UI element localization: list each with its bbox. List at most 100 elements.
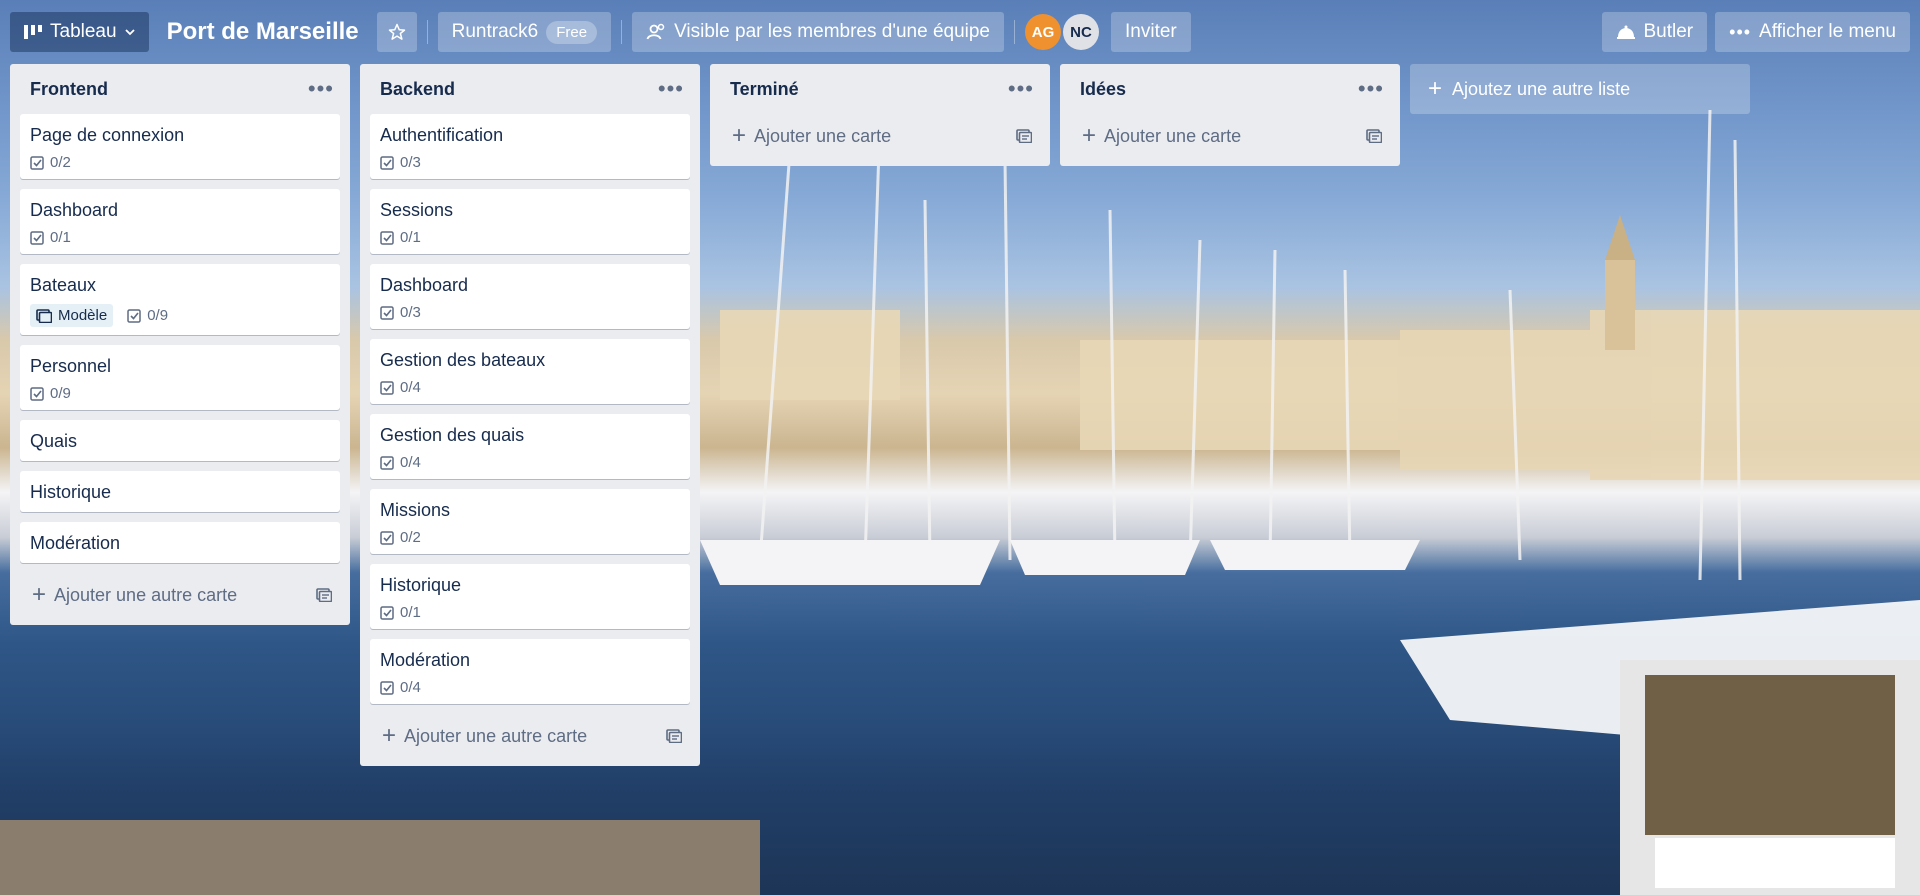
checklist-badge: 0/2	[30, 154, 71, 171]
list-title[interactable]: Terminé	[730, 79, 799, 100]
card[interactable]: Dashboard 0/1	[20, 189, 340, 254]
card-title: Historique	[380, 575, 462, 595]
add-card-button[interactable]: + Ajouter une autre carte	[20, 573, 340, 617]
checkbox-icon	[30, 230, 44, 245]
card-template-icon[interactable]	[1016, 129, 1032, 143]
checklist-count: 0/2	[50, 154, 71, 171]
card-template-icon[interactable]	[666, 729, 682, 743]
card-title: Authentification	[380, 125, 504, 145]
member-avatar-ag[interactable]: AG	[1025, 14, 1061, 50]
card[interactable]: Gestion des bateaux 0/4	[370, 339, 690, 404]
checklist-badge: 0/4	[380, 454, 421, 471]
star-board-button[interactable]	[376, 12, 417, 52]
card-title: Modération	[30, 533, 121, 553]
checklist-count: 0/2	[400, 529, 421, 546]
list-header[interactable]: Frontend •••	[20, 64, 340, 114]
card[interactable]: Authentification 0/3	[370, 114, 690, 179]
card[interactable]: Historique	[20, 471, 340, 512]
butler-button[interactable]: Butler	[1601, 12, 1708, 52]
list-title[interactable]: Backend	[380, 79, 455, 100]
checkbox-icon	[380, 680, 394, 695]
view-switcher-button[interactable]: Tableau	[10, 12, 149, 52]
card-title: Dashboard	[380, 275, 469, 295]
checkbox-icon	[30, 155, 44, 170]
card-badges: 0/4	[380, 454, 680, 471]
list-title[interactable]: Idées	[1080, 79, 1126, 100]
add-list-label: Ajoutez une autre liste	[1452, 78, 1631, 99]
add-card-button[interactable]: + Ajouter une carte	[720, 114, 1040, 158]
checkbox-icon	[380, 455, 394, 470]
plus-icon: +	[382, 722, 397, 749]
plus-icon: +	[1428, 75, 1443, 102]
card-badges: 0/3	[380, 304, 680, 321]
card-badges: 0/1	[380, 604, 680, 621]
card-title: Modération	[380, 650, 471, 670]
checklist-count: 0/1	[50, 229, 71, 246]
team-visibility-icon	[646, 23, 666, 41]
workspace-button[interactable]: Runtrack6 Free	[437, 12, 612, 52]
board-title[interactable]: Port de Marseille	[157, 18, 369, 46]
card[interactable]: Dashboard 0/3	[370, 264, 690, 329]
template-card-icon	[36, 308, 52, 323]
add-list-button[interactable]: + Ajoutez une autre liste	[1410, 64, 1750, 114]
template-badge: Modèle	[30, 304, 114, 327]
checkbox-icon	[380, 530, 394, 545]
card[interactable]: Quais	[20, 420, 340, 461]
card-badges: 0/4	[380, 379, 680, 396]
list-header[interactable]: Idées •••	[1070, 64, 1390, 114]
card-badges: 0/9	[30, 385, 330, 402]
checklist-badge: 0/9	[127, 307, 168, 324]
add-card-label: Ajouter une carte	[1104, 125, 1242, 146]
card-badges: Modèle 0/9	[30, 304, 330, 327]
invite-button[interactable]: Inviter	[1111, 12, 1191, 52]
visibility-button[interactable]: Visible par les membres d'une équipe	[632, 12, 1004, 52]
card[interactable]: Missions 0/2	[370, 489, 690, 554]
add-card-button[interactable]: + Ajouter une autre carte	[370, 714, 690, 758]
card-list: Page de connexion 0/2 Dashboard 0/1 Bate…	[20, 114, 340, 563]
plus-icon: +	[1082, 122, 1097, 149]
list-title[interactable]: Frontend	[30, 79, 108, 100]
card[interactable]: Historique 0/1	[370, 564, 690, 629]
list-menu-ellipsis-icon[interactable]: •••	[302, 76, 340, 102]
card-title: Personnel	[30, 356, 112, 376]
card-badges: 0/1	[380, 229, 680, 246]
list-menu-ellipsis-icon[interactable]: •••	[652, 76, 690, 102]
checklist-count: 0/4	[400, 379, 421, 396]
card[interactable]: Modération	[20, 522, 340, 563]
list-header[interactable]: Backend •••	[370, 64, 690, 114]
card[interactable]: Bateaux Modèle 0/9	[20, 264, 340, 335]
card-title: Historique	[30, 482, 112, 502]
add-card-label: Ajouter une autre carte	[54, 584, 238, 605]
card[interactable]: Gestion des quais 0/4	[370, 414, 690, 479]
list-menu-ellipsis-icon[interactable]: •••	[1352, 76, 1390, 102]
card-title: Quais	[30, 431, 78, 451]
card[interactable]: Modération 0/4	[370, 639, 690, 704]
checklist-badge: 0/4	[380, 379, 421, 396]
checklist-count: 0/9	[50, 385, 71, 402]
plus-icon: +	[32, 581, 47, 608]
checklist-badge: 0/1	[380, 604, 421, 621]
checklist-badge: 0/1	[380, 229, 421, 246]
member-avatar-nc[interactable]: NC	[1063, 14, 1099, 50]
card-badges: 0/3	[380, 154, 680, 171]
list-3: Idées ••• + Ajouter une carte	[1060, 64, 1400, 166]
list-1: Backend ••• Authentification 0/3 Session…	[360, 64, 700, 766]
plan-badge: Free	[546, 20, 598, 44]
card[interactable]: Page de connexion 0/2	[20, 114, 340, 179]
card[interactable]: Personnel 0/9	[20, 345, 340, 410]
list-menu-ellipsis-icon[interactable]: •••	[1002, 76, 1040, 102]
header-divider	[426, 20, 428, 44]
list-header[interactable]: Terminé •••	[720, 64, 1040, 114]
show-menu-button[interactable]: ••• Afficher le menu	[1715, 12, 1910, 52]
checkbox-icon	[380, 605, 394, 620]
card-template-icon[interactable]	[1366, 129, 1382, 143]
card-template-icon[interactable]	[316, 588, 332, 602]
checklist-badge: 0/4	[380, 679, 421, 696]
checkbox-icon	[127, 308, 141, 323]
add-card-button[interactable]: + Ajouter une carte	[1070, 114, 1390, 158]
card-title: Gestion des bateaux	[380, 350, 546, 370]
workspace-name: Runtrack6	[451, 21, 539, 42]
card-title: Sessions	[380, 200, 454, 220]
card[interactable]: Sessions 0/1	[370, 189, 690, 254]
card-badges: 0/1	[30, 229, 330, 246]
